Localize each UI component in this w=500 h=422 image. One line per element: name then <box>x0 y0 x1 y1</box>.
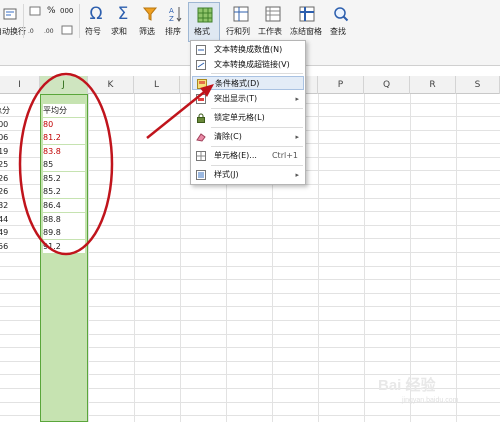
cell-total-value[interactable]: 426 <box>0 172 13 185</box>
style-icon <box>196 170 206 180</box>
column-header-s[interactable]: S <box>456 76 500 94</box>
cell-total-value[interactable]: 406 <box>0 131 13 144</box>
currency-format-icon[interactable] <box>28 5 42 17</box>
highlight-icon <box>196 94 206 104</box>
worksheet-label[interactable]: 工作表 <box>258 26 282 37</box>
increase-decimal-icon[interactable]: .0 <box>28 24 42 36</box>
row-column-label[interactable]: 行和列 <box>226 26 250 37</box>
menu-separator <box>211 146 303 147</box>
cell-average-value[interactable]: 86.4 <box>43 199 85 212</box>
format-dropdown-menu: 文本转换成数值(N) 文本转换成超链接(V) 条件格式(D) 突出显示(T) ▸… <box>190 40 306 185</box>
column-header-p[interactable]: P <box>318 76 364 94</box>
format-button[interactable]: 格式 <box>188 2 220 42</box>
cell-format-icon <box>196 151 206 161</box>
cell-average-value[interactable]: 81.2 <box>43 131 85 144</box>
cell-average-value[interactable]: 80 <box>43 118 85 131</box>
menu-item-label: 文本转换成数值(N) <box>214 45 283 54</box>
svg-text:Z: Z <box>169 15 174 23</box>
row-column-icon[interactable] <box>232 5 250 23</box>
menu-item-label: 单元格(E)... <box>214 151 257 160</box>
sort-az-icon[interactable]: AZ <box>167 4 183 24</box>
freeze-panes-icon[interactable] <box>298 5 316 23</box>
cell-average-value[interactable]: 89.8 <box>43 226 85 239</box>
wrap-text-icon[interactable] <box>2 6 18 22</box>
cell-average-value[interactable]: 91.2 <box>43 240 85 253</box>
menu-item-text-to-number[interactable]: 文本转换成数值(N) <box>192 43 304 57</box>
column-header-k[interactable]: K <box>88 76 134 94</box>
freeze-panes-label[interactable]: 冻结窗格 <box>290 26 322 37</box>
cell-total-value[interactable]: 449 <box>0 226 13 239</box>
decrease-decimal-icon[interactable]: .00 <box>44 24 58 36</box>
find-button-label[interactable]: 查找 <box>330 26 346 37</box>
menu-item-label: 样式(J) <box>214 170 239 179</box>
menu-item-style[interactable]: 样式(J) ▸ <box>192 168 304 182</box>
menu-item-label: 突出显示(T) <box>214 94 258 103</box>
menu-separator <box>211 165 303 166</box>
menu-item-label: 文本转换成超链接(V) <box>214 60 290 69</box>
sort-button-label[interactable]: 排序 <box>165 26 181 37</box>
cell-average-value[interactable]: 85 <box>43 158 85 171</box>
menu-item-clear[interactable]: 清除(C) ▸ <box>192 130 304 144</box>
cell-total-value[interactable]: 400 <box>0 118 13 131</box>
watermark-logo: Bai 经验 <box>378 377 436 394</box>
menu-item-conditional-format[interactable]: 条件格式(D) <box>192 76 304 90</box>
watermark-url: jingyan.baidu.com <box>402 397 459 404</box>
menu-separator <box>211 108 303 109</box>
omega-symbol-icon[interactable]: Ω <box>86 4 106 24</box>
svg-text:A: A <box>169 7 174 15</box>
menu-item-shortcut: Ctrl+1 <box>271 151 298 160</box>
ribbon-separator <box>79 4 80 38</box>
column-header-r[interactable]: R <box>410 76 456 94</box>
submenu-arrow-icon: ▸ <box>295 95 299 103</box>
cell-average-header[interactable]: 平均分 <box>43 104 85 117</box>
format-cells-small-icon[interactable] <box>61 24 73 36</box>
cell-total-value[interactable]: 432 <box>0 199 13 212</box>
menu-item-highlight[interactable]: 突出显示(T) ▸ <box>192 92 304 106</box>
cell-total-value[interactable]: 444 <box>0 213 13 226</box>
menu-item-text-to-hyperlink[interactable]: 文本转换成超链接(V) <box>192 58 304 72</box>
ribbon-separator <box>23 4 24 38</box>
menu-item-label: 清除(C) <box>214 132 242 141</box>
menu-item-label: 锁定单元格(L) <box>214 113 265 122</box>
filter-button-label[interactable]: 筛选 <box>139 26 155 37</box>
menu-separator <box>211 127 303 128</box>
column-header-j[interactable]: J <box>40 76 88 94</box>
menu-item-label: 条件格式(D) <box>215 79 260 88</box>
sum-button-label[interactable]: 求和 <box>111 26 127 37</box>
column-header-i[interactable]: I <box>0 76 40 94</box>
symbol-button-label[interactable]: 符号 <box>85 26 101 37</box>
eraser-icon <box>196 132 206 142</box>
format-button-label: 格式 <box>194 27 210 36</box>
svg-text:.00: .00 <box>44 28 54 35</box>
submenu-arrow-icon: ▸ <box>295 133 299 141</box>
text-to-number-icon <box>196 45 206 55</box>
column-header-l[interactable]: L <box>134 76 180 94</box>
thousands-button[interactable]: 000 <box>60 7 73 15</box>
cell-total-value[interactable]: 456 <box>0 240 13 253</box>
submenu-arrow-icon: ▸ <box>295 171 299 179</box>
hyperlink-icon <box>196 60 206 70</box>
cell-total-value[interactable]: 426 <box>0 185 13 198</box>
cell-average-value[interactable]: 85.2 <box>43 172 85 185</box>
cell-average-value[interactable]: 83.8 <box>43 145 85 158</box>
format-grid-icon <box>196 6 214 24</box>
filter-funnel-icon[interactable] <box>141 5 159 23</box>
worksheet-icon[interactable] <box>264 5 282 23</box>
cell-average-value[interactable]: 88.8 <box>43 213 85 226</box>
cell-total-value[interactable]: 425 <box>0 158 13 171</box>
sigma-sum-icon[interactable]: Σ <box>113 4 133 24</box>
cell-total-header[interactable]: 总分 <box>0 104 14 117</box>
column-header-q[interactable]: Q <box>364 76 410 94</box>
cell-total-value[interactable]: 419 <box>0 145 13 158</box>
menu-item-lock-cell[interactable]: 锁定单元格(L) <box>192 111 304 125</box>
conditional-format-icon <box>197 79 207 89</box>
find-magnifier-icon[interactable] <box>332 5 350 23</box>
percent-button[interactable]: % <box>47 6 56 16</box>
menu-item-cell-format[interactable]: 单元格(E)... Ctrl+1 <box>192 149 304 163</box>
lock-icon <box>196 113 206 123</box>
svg-text:.0: .0 <box>28 28 34 35</box>
cell-average-value[interactable]: 85.2 <box>43 185 85 198</box>
menu-separator <box>211 73 303 74</box>
